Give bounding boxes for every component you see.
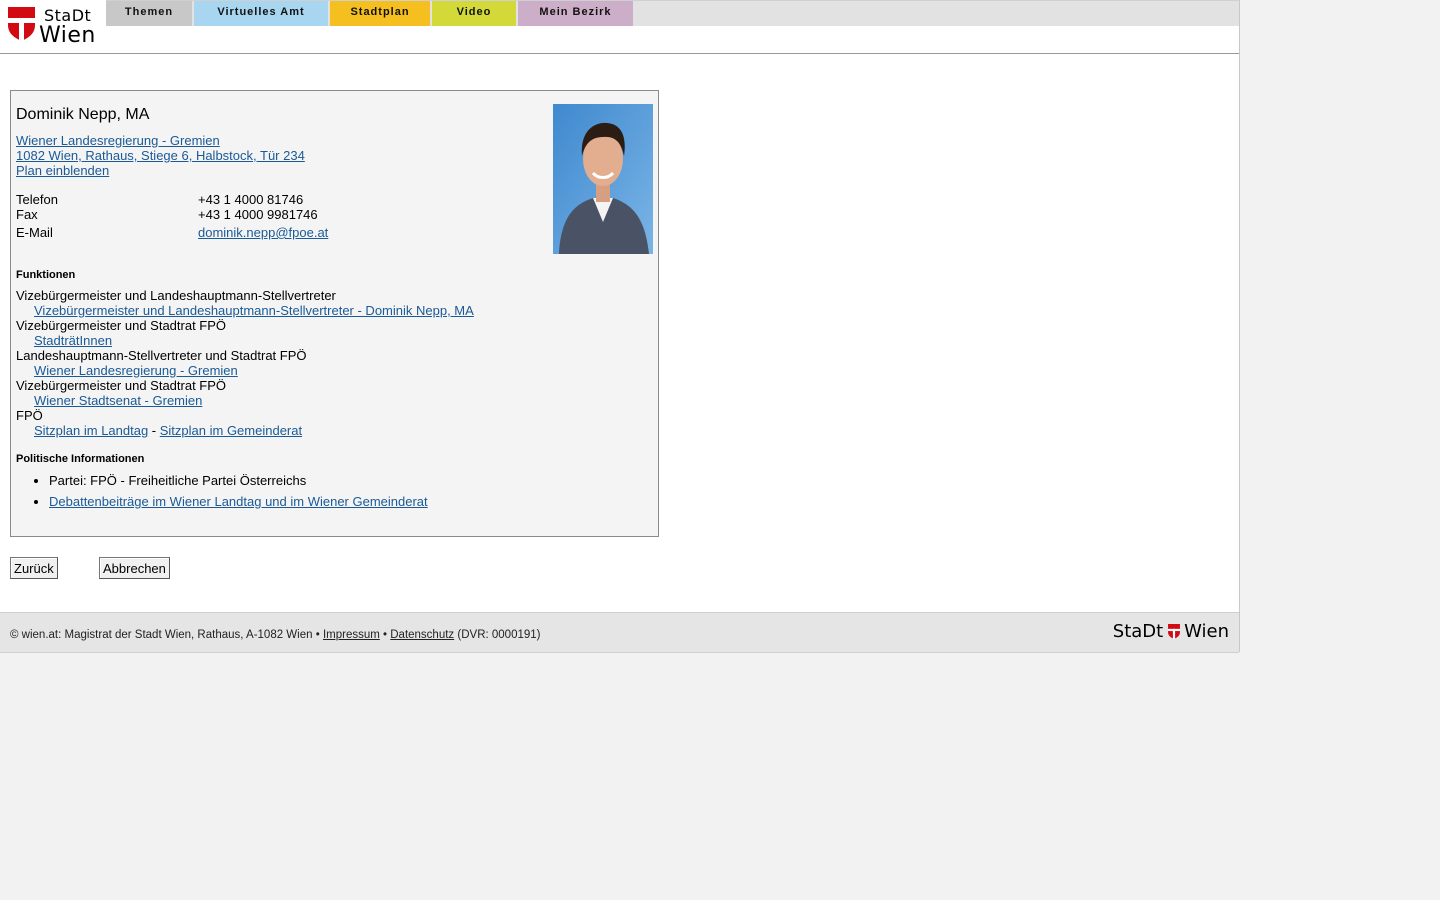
person-name: Dominik Nepp, MA <box>16 106 150 123</box>
contact-value: +43 1 4000 9981746 <box>198 207 318 222</box>
person-photo <box>553 104 653 254</box>
email-link[interactable]: dominik.nepp@fpoe.at <box>198 225 328 240</box>
function-links: Wiener Landesregierung - Gremien <box>16 363 474 378</box>
datenschutz-link[interactable]: Datenschutz <box>390 629 454 641</box>
logo-text-wien: Wien <box>39 23 96 48</box>
function-link[interactable]: Wiener Landesregierung - Gremien <box>34 363 238 378</box>
funktionen-heading: Funktionen <box>16 269 76 281</box>
main-navigation: Themen Virtuelles Amt Stadtplan Video Me… <box>106 0 1239 26</box>
sitzplan-landtag-link[interactable]: Sitzplan im Landtag <box>34 423 148 438</box>
site-footer: © wien.at: Magistrat der Stadt Wien, Rat… <box>0 612 1239 653</box>
footer-logo[interactable]: StaDt Wien <box>1113 621 1229 643</box>
footer-text: © wien.at: Magistrat der Stadt Wien, Rat… <box>10 629 541 641</box>
wien-shield-icon <box>1167 624 1180 639</box>
sitzplan-gemeinderat-link[interactable]: Sitzplan im Gemeinderat <box>160 423 302 438</box>
nav-tab-mein-bezirk[interactable]: Mein Bezirk <box>518 1 633 26</box>
cancel-button[interactable]: Abbrechen <box>99 557 170 579</box>
link-separator: - <box>148 423 160 438</box>
contact-label: Telefon <box>16 192 58 207</box>
function-title: Vizebürgermeister und Landeshauptmann-St… <box>16 288 336 303</box>
contact-label: Fax <box>16 207 38 222</box>
function-title: Vizebürgermeister und Stadtrat FPÖ <box>16 378 227 393</box>
site-header: StaDt Wien Themen Virtuelles Amt Stadtpl… <box>0 0 1239 54</box>
function-links: Sitzplan im Landtag - Sitzplan im Gemein… <box>16 423 474 438</box>
function-title: Landeshauptmann-Stellvertreter und Stadt… <box>16 348 307 363</box>
politik-list: Partei: FPÖ - Freiheitliche Partei Öster… <box>16 473 428 515</box>
stadt-wien-logo[interactable]: StaDt Wien <box>6 4 102 48</box>
function-link[interactable]: Wiener Stadtsenat - Gremien <box>34 393 202 408</box>
org-link[interactable]: Wiener Landesregierung - Gremien <box>16 133 220 148</box>
function-link[interactable]: StadträtInnen <box>34 333 112 348</box>
person-card: Dominik Nepp, MA Wiener Landesregierung … <box>10 90 659 537</box>
function-title: Vizebürgermeister und Stadtrat FPÖ <box>16 318 227 333</box>
nav-tab-virtuelles-amt[interactable]: Virtuelles Amt <box>194 1 328 26</box>
back-button[interactable]: Zurück <box>10 557 58 579</box>
page: StaDt Wien Themen Virtuelles Amt Stadtpl… <box>0 0 1240 653</box>
footer-logo-text-stadt: StaDt <box>1112 621 1164 642</box>
nav-tab-stadtplan[interactable]: Stadtplan <box>330 1 430 26</box>
footer-bullet: • <box>383 629 388 641</box>
function-link[interactable]: Vizebürgermeister und Landeshauptmann-St… <box>34 303 474 318</box>
contact-label: E-Mail <box>16 225 53 240</box>
funktionen-list: Vizebürgermeister und Landeshauptmann-St… <box>16 288 474 438</box>
nav-tab-video[interactable]: Video <box>432 1 516 26</box>
nav-tab-themen[interactable]: Themen <box>106 1 192 26</box>
footer-copyright: © wien.at: Magistrat der Stadt Wien, Rat… <box>10 629 320 641</box>
function-links: Vizebürgermeister und Landeshauptmann-St… <box>16 303 474 318</box>
address-link[interactable]: 1082 Wien, Rathaus, Stiege 6, Halbstock,… <box>16 148 305 163</box>
function-links: StadträtInnen <box>16 333 474 348</box>
partei-item: Partei: FPÖ - Freiheitliche Partei Öster… <box>49 473 428 488</box>
plan-link[interactable]: Plan einblenden <box>16 163 109 178</box>
function-title: FPÖ <box>16 408 43 423</box>
politik-heading: Politische Informationen <box>16 453 145 465</box>
debatten-link[interactable]: Debattenbeiträge im Wiener Landtag und i… <box>49 494 428 509</box>
function-links: Wiener Stadtsenat - Gremien <box>16 393 474 408</box>
wien-shield-icon <box>8 7 35 41</box>
impressum-link[interactable]: Impressum <box>323 629 380 641</box>
contact-value: +43 1 4000 81746 <box>198 192 304 207</box>
footer-dvr: (DVR: 0000191) <box>457 629 541 641</box>
footer-logo-text-wien: Wien <box>1184 621 1229 642</box>
debatten-item: Debattenbeiträge im Wiener Landtag und i… <box>49 494 428 509</box>
address-block: Wiener Landesregierung - Gremien 1082 Wi… <box>16 133 305 178</box>
